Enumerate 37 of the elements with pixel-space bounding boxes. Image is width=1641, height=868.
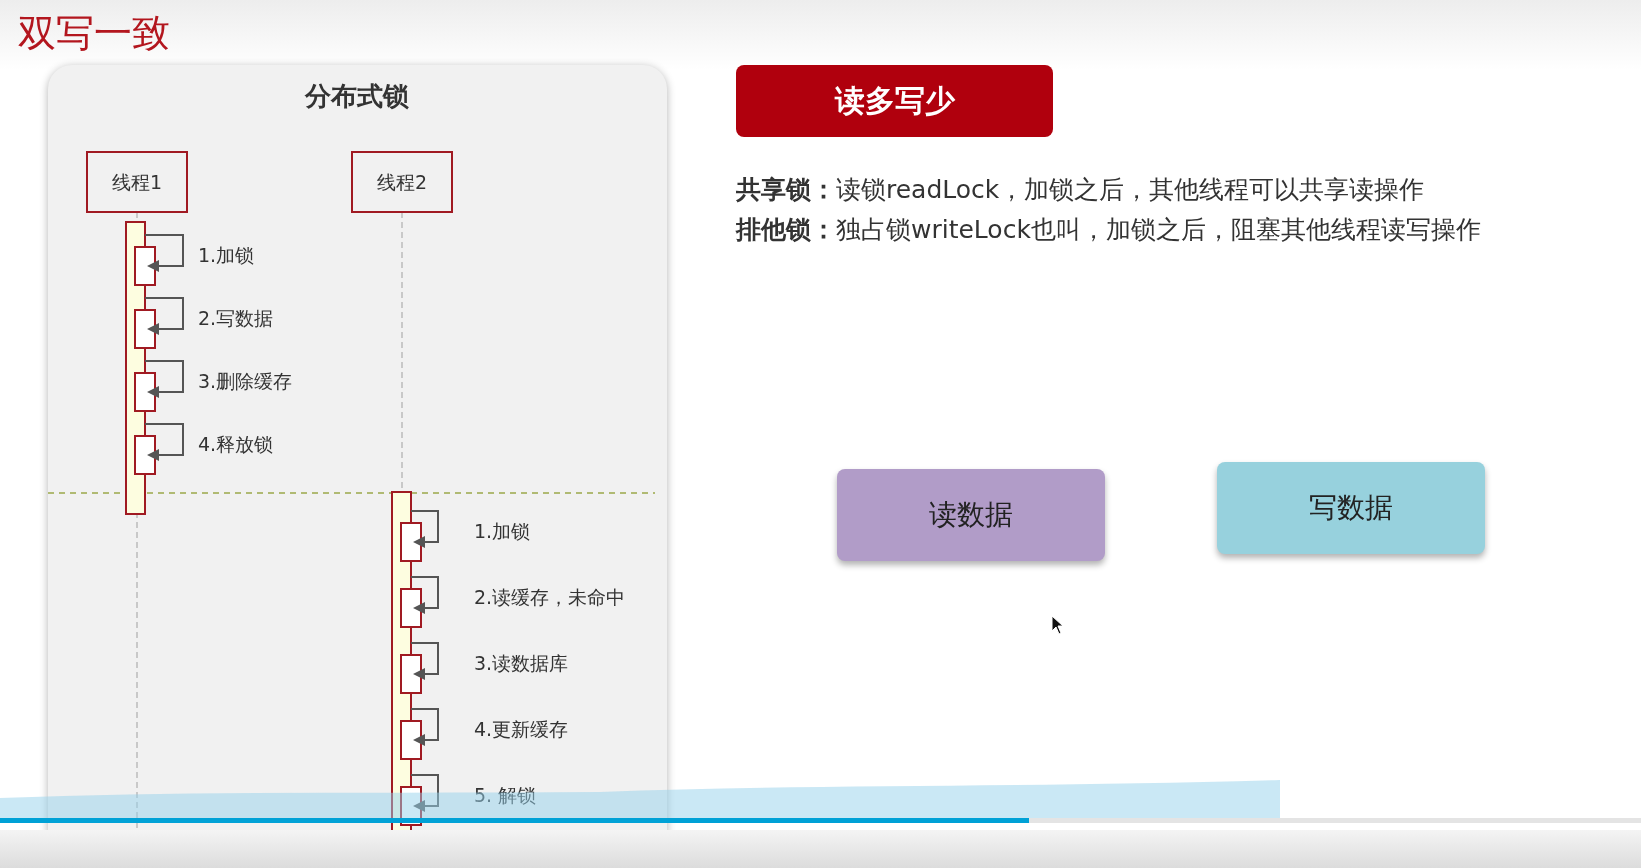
activation-box <box>400 654 422 694</box>
activation-box <box>134 246 156 286</box>
activation-box <box>400 588 422 628</box>
self-message-arrow <box>410 708 439 746</box>
activation-box <box>134 372 156 412</box>
self-message-arrow <box>410 576 439 614</box>
activation-box <box>400 720 422 760</box>
activation-box <box>134 435 156 475</box>
data-block: 读数据 <box>837 469 1105 561</box>
cursor-icon <box>1051 615 1065 635</box>
step-label: 5. 解锁 <box>474 784 537 806</box>
step-label: 3.读数据库 <box>474 652 569 674</box>
self-message-arrow <box>410 510 439 548</box>
self-message-arrow <box>144 423 184 461</box>
thread-box: 线程1 <box>86 151 188 213</box>
step-label: 4.更新缓存 <box>474 718 569 740</box>
step-label: 4.释放锁 <box>198 433 274 455</box>
slide-title: 双写一致 <box>17 10 171 56</box>
self-message-arrow <box>144 360 184 398</box>
data-block: 写数据 <box>1217 462 1485 554</box>
activation-box <box>400 522 422 562</box>
definition-text: 共享锁：读锁readLock，加锁之后，其他线程可以共享读操作 <box>736 174 1426 206</box>
self-message-arrow <box>410 642 439 680</box>
step-label: 2.写数据 <box>198 307 274 329</box>
step-label: 1.加锁 <box>198 244 255 266</box>
step-label: 1.加锁 <box>474 520 531 542</box>
step-label: 3.删除缓存 <box>198 370 293 392</box>
diagram-title: 分布式锁 <box>305 81 409 111</box>
heading-banner: 读多写少 <box>736 65 1053 137</box>
progress-track[interactable] <box>0 818 1641 823</box>
self-message-arrow <box>144 234 184 272</box>
thread-box: 线程2 <box>351 151 453 213</box>
activation-box <box>134 309 156 349</box>
self-message-arrow <box>410 774 439 812</box>
definition-text: 排他锁：独占锁writeLock也叫，加锁之后，阻塞其他线程读写操作 <box>736 214 1482 246</box>
self-message-arrow <box>144 297 184 335</box>
step-label: 2.读缓存，未命中 <box>474 586 626 608</box>
